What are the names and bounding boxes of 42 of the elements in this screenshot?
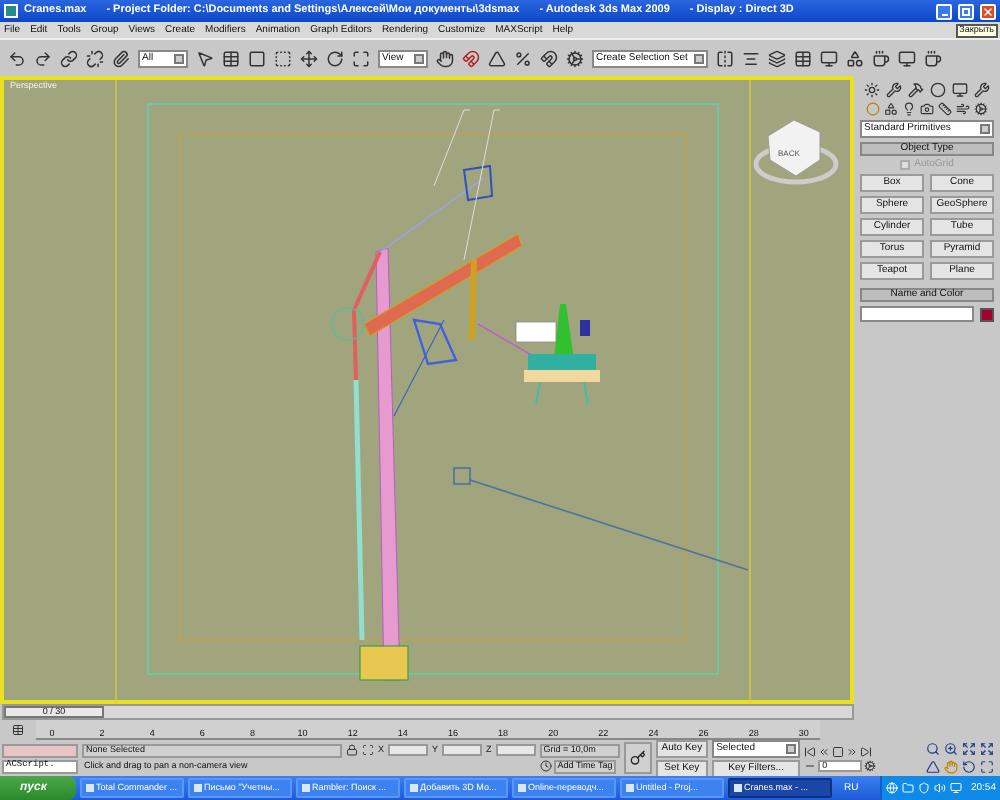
percent-icon[interactable] (514, 49, 532, 67)
light-icon[interactable] (902, 102, 916, 116)
unlink-icon[interactable] (86, 49, 104, 67)
key-icon (629, 750, 646, 766)
folder-icon[interactable] (902, 782, 915, 794)
link-icon[interactable] (60, 49, 78, 67)
align-icon[interactable] (742, 49, 760, 67)
lock-icon[interactable] (346, 744, 358, 756)
app-icon (4, 4, 18, 18)
layers-icon[interactable] (768, 49, 786, 67)
go-to-start-icon[interactable] (804, 745, 817, 757)
key-mode-button[interactable] (623, 742, 652, 774)
dashed-square-icon[interactable] (274, 49, 292, 67)
paperclip-icon[interactable] (112, 49, 130, 67)
pointer-icon[interactable] (196, 49, 214, 67)
hand-icon[interactable] (436, 49, 454, 67)
coordinate-field[interactable] (495, 744, 536, 756)
previous-frame-icon[interactable] (818, 745, 831, 757)
shield-icon[interactable] (918, 782, 931, 794)
square-icon[interactable] (248, 49, 266, 67)
name-field[interactable] (860, 306, 974, 322)
modify-icon[interactable] (886, 82, 902, 98)
coordinate-field[interactable] (442, 744, 483, 756)
magnet-icon[interactable] (462, 49, 480, 67)
globe-icon[interactable] (886, 782, 899, 794)
maximize-button[interactable] (958, 3, 974, 19)
zoom-icon[interactable] (926, 742, 940, 756)
undo-icon[interactable] (8, 49, 26, 67)
move-icon[interactable] (300, 49, 318, 67)
rotate-icon[interactable] (326, 49, 344, 67)
script-listener-field[interactable] (2, 743, 78, 757)
clock-icon[interactable] (539, 760, 552, 772)
close-button[interactable] (980, 3, 996, 19)
redo-icon[interactable] (34, 49, 52, 67)
speaker-icon[interactable] (934, 782, 947, 794)
camera-icon[interactable] (920, 102, 934, 116)
color-swatch[interactable] (980, 307, 994, 321)
minimize-button[interactable] (936, 3, 952, 19)
mirror-icon[interactable] (716, 49, 734, 67)
shapes-icon[interactable] (884, 102, 898, 116)
go-to-end-icon[interactable] (860, 745, 873, 757)
coordinate-field[interactable] (388, 744, 429, 756)
